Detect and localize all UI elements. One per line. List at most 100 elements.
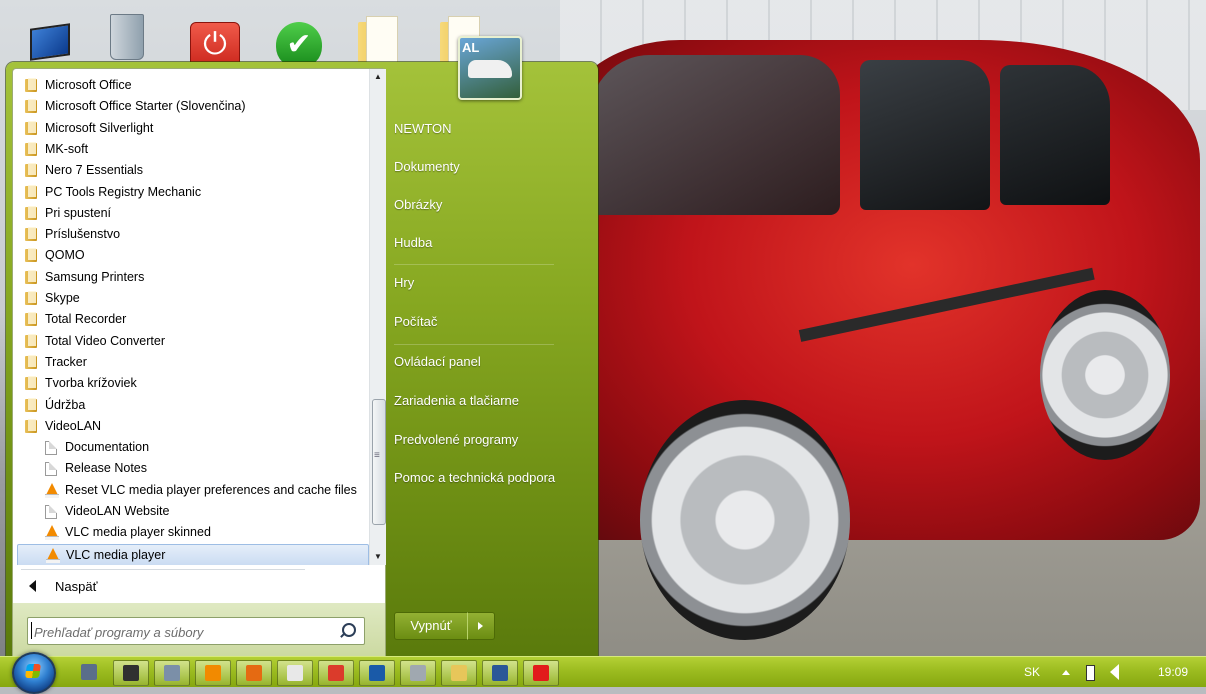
power-desktop-icon[interactable]: ⏻: [190, 8, 246, 70]
folder-icon: [25, 354, 37, 369]
program-folder-item[interactable]: Príslušenstvo: [17, 224, 369, 245]
program-folder-item[interactable]: Total Video Converter: [17, 331, 369, 352]
back-button[interactable]: Naspäť: [19, 573, 379, 601]
program-label: Documentation: [65, 440, 150, 455]
start-menu: Microsoft Office Microsoft Office Starter…: [6, 62, 598, 660]
taskbar-button[interactable]: [400, 660, 436, 686]
user-account-picture[interactable]: AL: [458, 36, 522, 100]
computer-desktop-icon[interactable]: [18, 8, 74, 61]
folder-icon: [25, 205, 37, 220]
vlc-icon: [205, 665, 221, 681]
back-arrow-icon: [29, 580, 36, 592]
pdf-icon: [287, 665, 303, 681]
program-item[interactable]: Release Notes: [17, 458, 369, 479]
program-folder-item[interactable]: Nero 7 Essentials: [17, 160, 369, 181]
shutdown-options-arrow-icon[interactable]: [467, 612, 495, 640]
program-label: QOMO: [45, 248, 85, 263]
folder-icon: [25, 120, 37, 135]
program-folder-item[interactable]: Microsoft Office Starter (Slovenčina): [17, 96, 369, 117]
wallpaper-car-wheel: [1040, 290, 1170, 460]
program-item[interactable]: VLC media player skinned: [17, 522, 369, 543]
program-folder-item[interactable]: Microsoft Silverlight: [17, 118, 369, 139]
search-input[interactable]: [32, 621, 336, 643]
taskbar-button[interactable]: [318, 660, 354, 686]
folder-icon: [25, 397, 37, 412]
program-folder-item[interactable]: MK-soft: [17, 139, 369, 160]
pictures-link[interactable]: Obrázky: [394, 190, 590, 220]
program-folder-item[interactable]: Microsoft Office: [17, 75, 369, 96]
chrome-icon: [328, 665, 344, 681]
taskbar-button[interactable]: [441, 660, 477, 686]
program-folder-item[interactable]: VideoLAN: [17, 416, 369, 437]
taskbar-button[interactable]: [482, 660, 518, 686]
program-item[interactable]: Documentation: [17, 437, 369, 458]
devices-printers-link[interactable]: Zariadenia a tlačiarne: [394, 386, 590, 416]
volume-icon[interactable]: [1110, 664, 1119, 680]
programs-scrollbar[interactable]: ▲ ▼: [369, 69, 386, 565]
program-label: Údržba: [45, 397, 86, 412]
show-hidden-icons-icon[interactable]: [1062, 670, 1070, 675]
folder-icon: [25, 418, 37, 433]
folder-icon: [25, 99, 37, 114]
document-icon: [45, 505, 57, 519]
default-programs-link[interactable]: Predvolené programy: [394, 425, 590, 455]
program-item[interactable]: VideoLAN Website: [17, 501, 369, 522]
games-link[interactable]: Hry: [394, 268, 590, 298]
folder-icon: [25, 78, 37, 92]
music-link[interactable]: Hudba: [394, 228, 590, 258]
taskbar-button[interactable]: [236, 660, 272, 686]
program-folder-item[interactable]: Samsung Printers: [17, 267, 369, 288]
folder-icon: [25, 141, 37, 156]
scroll-up-arrow-icon[interactable]: ▲: [370, 69, 386, 85]
scroll-down-arrow-icon[interactable]: ▼: [370, 549, 386, 565]
program-folder-item[interactable]: Údržba: [17, 395, 369, 416]
search-box[interactable]: [27, 617, 365, 645]
program-folder-item[interactable]: Pri spustení: [17, 203, 369, 224]
taskbar-button[interactable]: [154, 660, 190, 686]
divider: [394, 344, 554, 345]
program-label: Reset VLC media player preferences and c…: [65, 482, 357, 497]
folder-icon: [25, 227, 37, 242]
taskbar-button[interactable]: [277, 660, 313, 686]
program-folder-item[interactable]: Skype: [17, 288, 369, 309]
folder-icon: [25, 376, 37, 391]
start-button[interactable]: [12, 652, 56, 694]
taskbar-button[interactable]: [72, 660, 106, 684]
help-support-link[interactable]: Pomoc a technická podpora: [394, 463, 590, 493]
program-label: VLC media player skinned: [65, 525, 211, 540]
program-label: Príslušenstvo: [45, 227, 121, 242]
folder-icon: [25, 312, 37, 327]
taskbar-button[interactable]: [113, 660, 149, 686]
program-folder-item[interactable]: QOMO: [17, 245, 369, 266]
control-panel-link[interactable]: Ovládací panel: [394, 347, 590, 377]
search-area: [13, 603, 385, 659]
taskbar-button[interactable]: [359, 660, 395, 686]
folder-desktop-icon[interactable]: [352, 8, 408, 68]
shutdown-control: Vypnúť: [394, 612, 496, 640]
document-icon: [45, 441, 57, 456]
taskbar-button[interactable]: [523, 660, 559, 686]
recycle-bin-desktop-icon[interactable]: [100, 8, 156, 60]
search-icon[interactable]: [342, 623, 356, 637]
program-folder-item[interactable]: Tvorba krížoviek: [17, 373, 369, 394]
language-indicator[interactable]: SK: [1024, 660, 1040, 684]
user-picture-badge: AL: [462, 40, 480, 55]
red-app-icon: [533, 665, 549, 681]
program-item[interactable]: Reset VLC media player preferences and c…: [17, 480, 369, 501]
shutdown-button[interactable]: Vypnúť: [394, 612, 468, 640]
program-folder-item[interactable]: Total Recorder: [17, 309, 369, 330]
security-shield-desktop-icon[interactable]: ✔: [272, 8, 328, 68]
taskbar-button[interactable]: [195, 660, 231, 686]
computer-link[interactable]: Počítač: [394, 307, 590, 337]
program-folder-item[interactable]: Tracker: [17, 352, 369, 373]
clock[interactable]: 19:09: [1158, 660, 1188, 684]
documents-link[interactable]: Dokumenty: [394, 152, 590, 182]
vlc-cone-icon: [45, 482, 59, 498]
program-label: Tvorba krížoviek: [45, 376, 137, 391]
program-folder-item[interactable]: PC Tools Registry Mechanic: [17, 182, 369, 203]
user-folder-link[interactable]: NEWTON: [394, 114, 590, 144]
program-item[interactable]: VLC media player: [17, 543, 369, 565]
scrollbar-thumb[interactable]: [372, 399, 386, 525]
battery-icon[interactable]: [1086, 665, 1095, 681]
wallpaper-car-window: [1000, 65, 1110, 205]
